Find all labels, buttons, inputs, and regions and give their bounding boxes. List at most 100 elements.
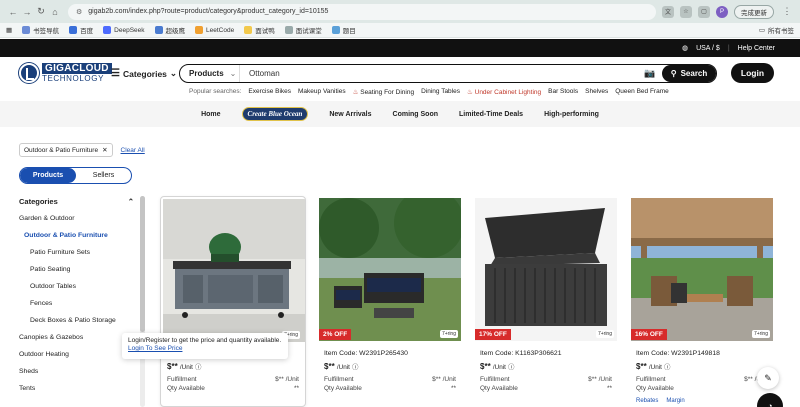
tag-rebates[interactable]: Rebates [636, 398, 658, 404]
bookmark-item[interactable]: DeepSeek [103, 26, 145, 34]
product-image[interactable] [631, 198, 773, 341]
search-bar: Products ⌄ 📷 ⚲ Search [179, 64, 717, 83]
product-image[interactable] [319, 198, 461, 341]
bookmark-item[interactable]: LeetCode [195, 26, 234, 34]
item-code: Item Code: K1163P306621 [480, 350, 562, 357]
sidebar-item-fences[interactable]: Fences [19, 300, 144, 317]
logo-text-line1: GIGACLOUD [42, 63, 112, 74]
discount-badge: 17% OFF [475, 329, 511, 340]
site-info-icon[interactable]: ⚙ [76, 8, 82, 16]
nav-new-arrivals[interactable]: New Arrivals [329, 111, 371, 118]
address-bar[interactable]: ⚙ gigab2b.com/index.php?route=product/ca… [68, 3, 656, 20]
update-button[interactable]: 完成更新 [734, 4, 774, 19]
product-card[interactable]: 2% OFF 7+ring Item Code: W2391P265430 $*… [317, 196, 463, 407]
nav-create-blue-ocean[interactable]: Create Blue Ocean [241, 107, 309, 121]
product-card[interactable]: 16% OFF 7+ring Item Code: W2391P149818 $… [629, 196, 775, 407]
bookmark-item[interactable]: 题目 [331, 25, 356, 35]
sidebar-item-sheds[interactable]: Sheds [19, 368, 144, 385]
popular-link[interactable]: Dining Tables [421, 88, 460, 96]
camera-icon[interactable]: 📷 [644, 68, 656, 79]
bookmark-item[interactable]: 超级鹰 [154, 25, 185, 35]
popular-link[interactable]: Makeup Vanities [298, 88, 346, 96]
popular-link[interactable]: Bar Stools [548, 88, 578, 96]
nav-high-performing[interactable]: High-performing [544, 111, 599, 118]
popular-link[interactable]: Seating For Dining [360, 89, 414, 96]
bookmark-item[interactable]: 面试鸭 [244, 25, 275, 35]
nav-limited-time-deals[interactable]: Limited-Time Deals [459, 111, 523, 118]
all-bookmarks[interactable]: ▭ 所有书签 [759, 25, 794, 35]
sidebar-scrollbar[interactable] [140, 196, 145, 407]
logo-icon [19, 63, 39, 83]
extensions-icon[interactable]: ▢ [698, 5, 710, 18]
sidebar-item-outdoor-patio-furniture[interactable]: Outdoor & Patio Furniture [19, 232, 144, 249]
popular-link[interactable]: Queen Bed Frame [615, 88, 668, 96]
search-icon: ⚲ [670, 69, 677, 78]
chevron-up-icon[interactable]: ⌃ [128, 197, 134, 206]
product-image[interactable] [163, 199, 305, 342]
product-image[interactable] [475, 198, 617, 341]
star-icon[interactable]: ☆ [680, 5, 692, 18]
popular-link[interactable]: Shelves [585, 88, 608, 96]
globe-icon: ◍ [681, 45, 689, 52]
price: $** /Unit ⓘ [324, 362, 359, 371]
search-scope-select[interactable]: Products ⌄ [180, 65, 240, 82]
forward-icon[interactable]: → [20, 5, 34, 19]
sidebar-item-deck-boxes[interactable]: Deck Boxes & Patio Storage [19, 317, 144, 334]
bookmark-item[interactable]: 面试课堂 [284, 25, 322, 35]
scrollbar-thumb[interactable] [140, 196, 145, 332]
sidebar-item-patio-furniture-sets[interactable]: Patio Furniture Sets [19, 249, 144, 266]
bookmark-item[interactable]: 百度 [69, 25, 93, 35]
site-header: GIGACLOUD TECHNOLOGY ☰ Categories ⌄ Prod… [0, 57, 800, 100]
reload-icon[interactable]: ↻ [34, 5, 48, 19]
logo[interactable]: GIGACLOUD TECHNOLOGY [19, 63, 112, 83]
info-icon[interactable]: ⓘ [508, 364, 514, 371]
item-code: Item Code: W2391P149818 [636, 350, 720, 357]
tab-products[interactable]: Products [20, 168, 76, 183]
tooltip-text: Login/Register to get the price and quan… [128, 337, 282, 344]
chevron-down-icon: ⌄ [229, 69, 237, 78]
login-button[interactable]: Login [731, 63, 774, 83]
nav-coming-soon[interactable]: Coming Soon [393, 111, 439, 118]
close-icon[interactable]: ✕ [102, 146, 107, 154]
search-input[interactable] [240, 69, 644, 78]
nav-home[interactable]: Home [201, 111, 220, 118]
sidebar-item-outdoor-tables[interactable]: Outdoor Tables [19, 283, 144, 300]
sidebar-title: Categories [19, 197, 58, 206]
bookmark-item[interactable]: 书签导航 [22, 25, 59, 35]
info-icon[interactable]: ⓘ [352, 364, 358, 371]
category-sidebar: Categories ⌃ Garden & Outdoor Outdoor & … [19, 197, 144, 407]
qty-row: Qty Available** [480, 385, 612, 392]
sidebar-header[interactable]: Categories ⌃ [19, 197, 144, 206]
filter-chip[interactable]: Outdoor & Patio Furniture ✕ [19, 143, 113, 157]
apps-icon[interactable]: ▦ [6, 26, 12, 34]
popular-link[interactable]: Under Cabinet Lighting [475, 89, 542, 96]
clear-all-link[interactable]: Clear All [121, 147, 145, 154]
login-to-see-price-link[interactable]: Login To See Price [128, 345, 282, 352]
search-button-label: Search [680, 69, 708, 78]
profile-avatar[interactable]: P [716, 5, 728, 18]
currency-selector[interactable]: USA / $ [696, 45, 720, 52]
back-icon[interactable]: ← [6, 5, 20, 19]
sidebar-item-patio-seating[interactable]: Patio Seating [19, 266, 144, 283]
sidebar-item-tents[interactable]: Tents [19, 385, 144, 402]
popular-link[interactable]: Exercise Bikes [248, 88, 291, 96]
help-center-link[interactable]: Help Center [738, 45, 775, 52]
search-button[interactable]: ⚲ Search [662, 65, 716, 82]
discount-badge: 2% OFF [319, 329, 352, 340]
sidebar-item-garden-outdoor[interactable]: Garden & Outdoor [19, 215, 144, 232]
support-icon[interactable]: ✎ [757, 367, 779, 389]
bookmarks-bar: ▦ 书签导航 百度 DeepSeek 超级鹰 LeetCode 面试鸭 面试课堂… [0, 23, 800, 38]
qty-row: Qty Available** [324, 385, 456, 392]
info-icon[interactable]: ⓘ [664, 364, 670, 371]
info-icon[interactable]: ⓘ [195, 364, 201, 371]
tag-margin[interactable]: Margin [666, 398, 684, 404]
qty-row: Qty Available** [167, 385, 299, 392]
divider: | [727, 44, 730, 52]
tab-sellers[interactable]: Sellers [76, 168, 131, 183]
categories-menu-button[interactable]: ☰ Categories ⌄ [111, 68, 177, 79]
chat-icon[interactable]: ◔ [757, 393, 783, 407]
menu-icon[interactable]: ⋮ [780, 5, 794, 19]
translate-icon[interactable]: 文 [662, 5, 674, 18]
product-card[interactable]: 17% OFF 7+ring Item Code: K1163P306621 $… [473, 196, 619, 407]
home-icon[interactable]: ⌂ [48, 5, 62, 19]
